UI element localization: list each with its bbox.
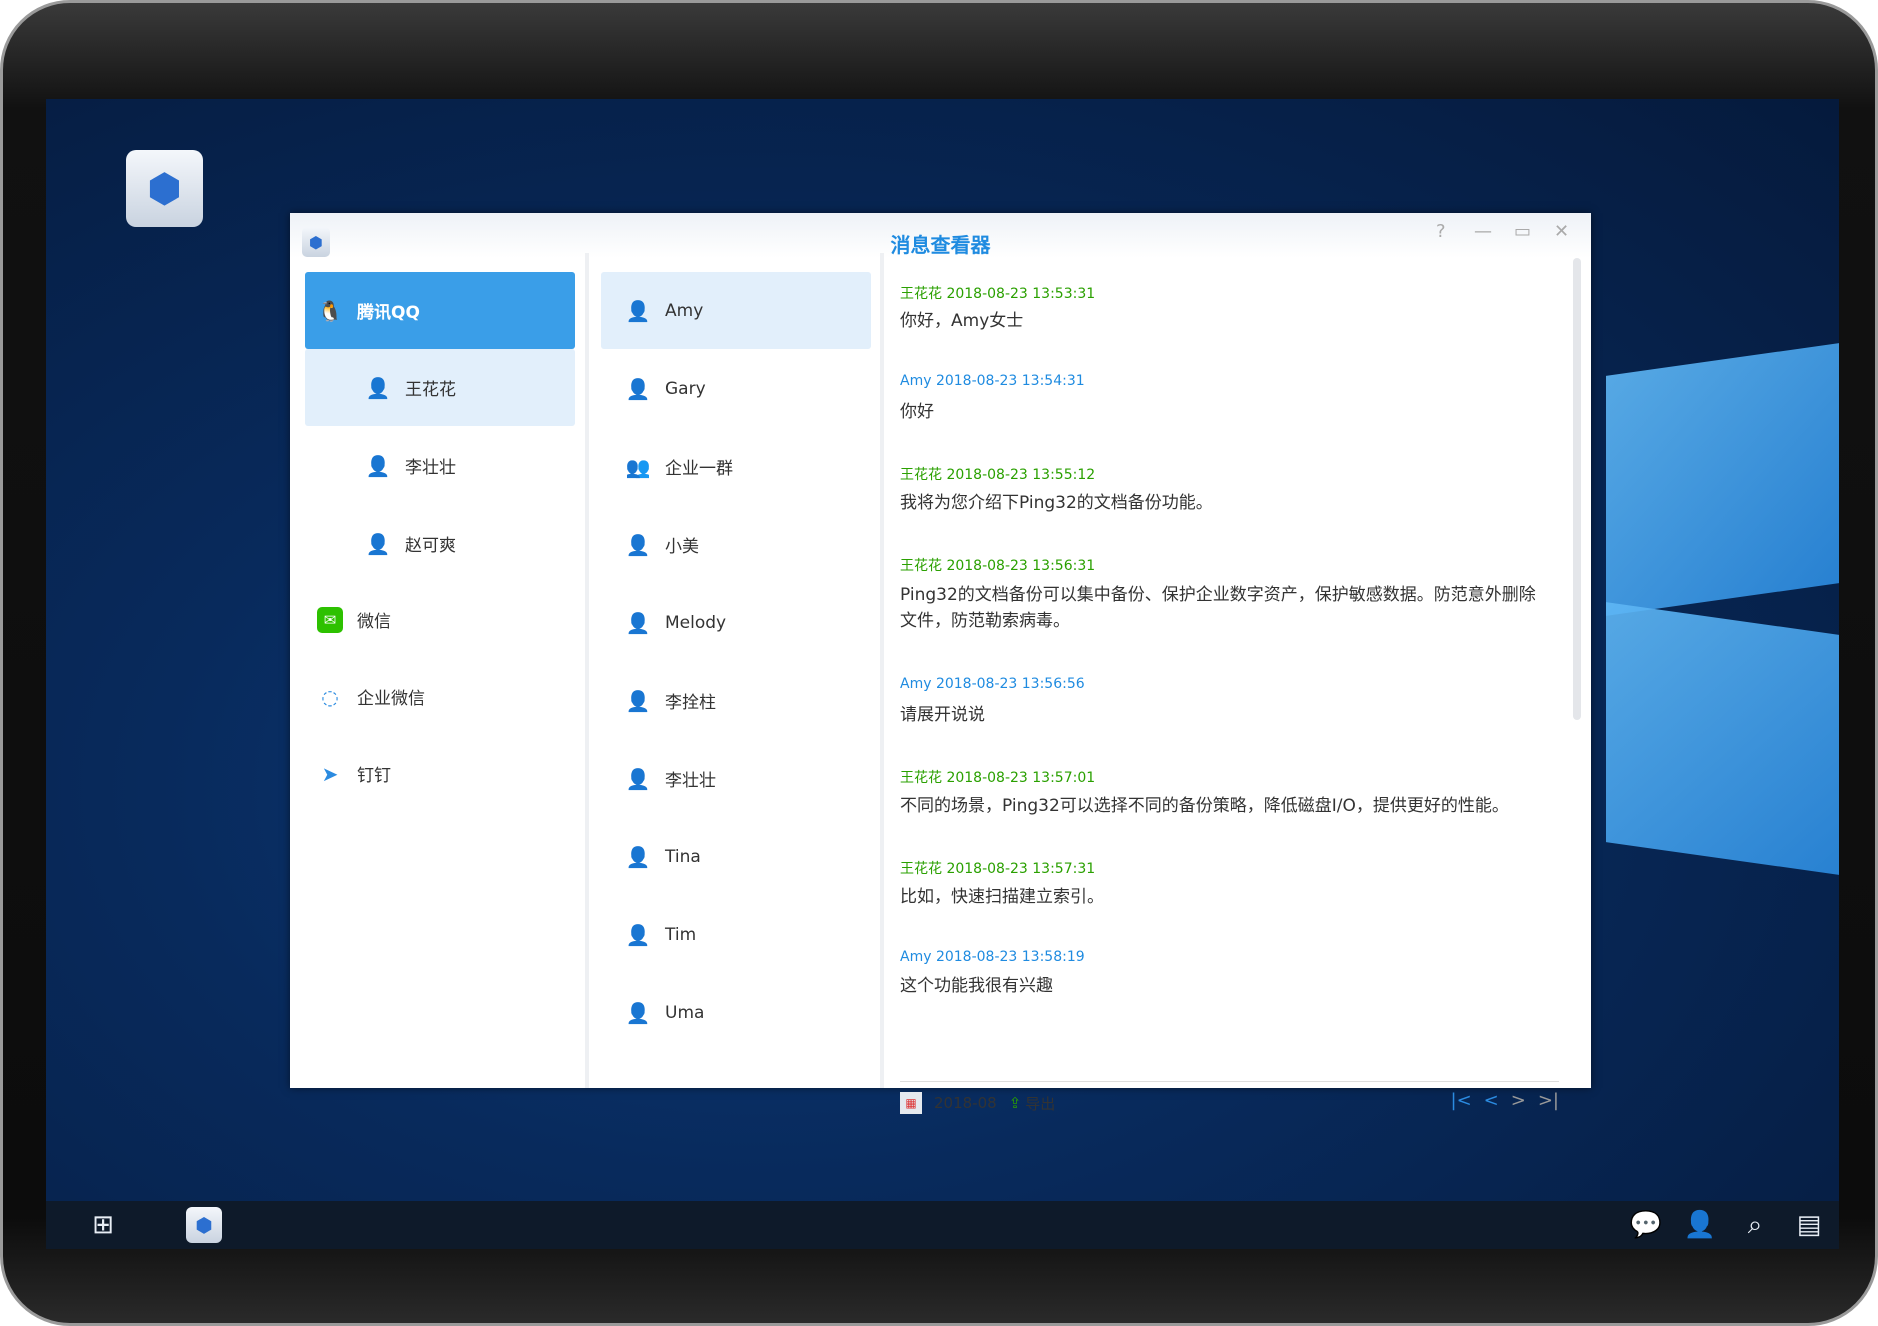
platform-qq[interactable]: 🐧 腾讯QQ [305, 272, 575, 349]
timestamp: 2018-08-23 13:56:31 [946, 558, 1096, 574]
sender: Amy [900, 676, 932, 692]
contact-item[interactable]: 👤 Melody [601, 584, 871, 661]
message-text: 请展开说说 [900, 705, 985, 725]
contact-item[interactable]: 👤 Uma [601, 974, 871, 1051]
timestamp: 2018-08-23 13:57:31 [946, 861, 1096, 877]
last-page-button[interactable]: >| [1538, 1090, 1559, 1111]
user-icon: 👤 [625, 766, 651, 791]
message-header: 王花花 2018-08-23 13:53:31 [900, 283, 1095, 303]
wecom-icon: ◌ [321, 684, 339, 709]
search-icon[interactable]: ⌕ [1738, 1209, 1772, 1241]
scrollbar[interactable] [1573, 258, 1581, 720]
contact-item[interactable]: 👤 Tina [601, 818, 871, 895]
timestamp: 2018-08-23 13:56:56 [935, 676, 1085, 692]
timestamp: 2018-08-23 13:57:01 [946, 770, 1096, 786]
prev-page-button[interactable]: < [1484, 1090, 1499, 1111]
export-icon[interactable]: ⇪ [1009, 1094, 1022, 1112]
contact-item[interactable]: 👤 李拴柱 [601, 662, 871, 739]
user-icon: 👤 [625, 376, 651, 401]
message-text: Ping32的文档备份可以集中备份、保护企业数字资产，保护敏感数据。防范意外删除… [900, 585, 1536, 631]
message-panel: 王花花 2018-08-23 13:53:31 你好，Amy女士 Amy 2018-… [886, 253, 1591, 1114]
platform-wechat[interactable]: ✉ 微信 [305, 581, 575, 658]
user-icon[interactable]: 👤 [1683, 1209, 1717, 1241]
message-text: 这个功能我很有兴趣 [900, 976, 1053, 996]
help-icon[interactable]: ? [1436, 221, 1446, 242]
user-icon: 👤 [365, 375, 391, 400]
divider [880, 253, 884, 1088]
account-item[interactable]: 👤 王花花 [305, 349, 575, 426]
message-header: 王花花 2018-08-23 13:57:31 [900, 858, 1095, 878]
platform-wecom[interactable]: ◌ 企业微信 [305, 658, 575, 735]
month-selector[interactable]: 2018-08 [934, 1094, 997, 1112]
wallpaper-pane [1606, 602, 1839, 876]
account-item[interactable]: 👤 赵可爽 [305, 505, 575, 582]
user-icon: 👤 [625, 844, 651, 869]
message-text: 你好，Amy女士 [900, 311, 1024, 331]
user-icon: 👤 [625, 922, 651, 947]
id-card-icon[interactable]: ▤ [1792, 1209, 1826, 1241]
message-header: 王花花 2018-08-23 13:56:31 [900, 555, 1095, 575]
next-page-button[interactable]: > [1511, 1090, 1526, 1111]
group-icon: 👥 [625, 454, 651, 479]
message-header: Amy 2018-08-23 13:56:56 [900, 676, 1085, 692]
timestamp: 2018-08-23 13:55:12 [946, 467, 1096, 483]
sender: 王花花 [900, 558, 942, 574]
platform-dingtalk[interactable]: ➤ 钉钉 [305, 735, 575, 812]
minimize-icon[interactable]: — [1474, 221, 1492, 242]
sender: Amy [900, 373, 932, 389]
first-page-button[interactable]: |< [1451, 1090, 1472, 1111]
user-icon: 👤 [625, 1000, 651, 1025]
message-header: 王花花 2018-08-23 13:57:01 [900, 767, 1095, 787]
sender: 王花花 [900, 467, 942, 483]
message-viewer-window: ⬢ 消息查看器 ? — ▭ ✕ 🐧 腾讯QQ 👤 王花花 👤 李壮壮 👤 赵可爽 ✉ 微信… [290, 213, 1591, 1114]
user-icon: 👤 [625, 532, 651, 557]
sender: Amy [900, 949, 932, 965]
timestamp: 2018-08-23 13:53:31 [946, 286, 1096, 302]
sender: 王花花 [900, 770, 942, 786]
export-button[interactable]: 导出 [1025, 1093, 1055, 1114]
contact-item[interactable]: 👥 企业一群 [601, 428, 871, 505]
account-item[interactable]: 👤 李壮壮 [305, 427, 575, 504]
message-header: Amy 2018-08-23 13:54:31 [900, 373, 1085, 389]
wechat-icon: ✉ [317, 606, 343, 633]
sender: 王花花 [900, 861, 942, 877]
chat-icon[interactable]: 💬 [1629, 1209, 1663, 1241]
dingtalk-icon: ➤ [321, 761, 339, 786]
wallpaper-pane [1606, 342, 1839, 616]
taskbar-app-icon[interactable]: ⬢ [186, 1207, 222, 1243]
platform-list: 🐧 腾讯QQ 👤 王花花 👤 李壮壮 👤 赵可爽 ✉ 微信 ◌ 企业微信 ➤ 钉钉 [290, 253, 585, 1088]
message-header: 王花花 2018-08-23 13:55:12 [900, 464, 1095, 484]
taskbar: ⊞ ⬢ 💬 👤 ⌕ ▤ [46, 1201, 1839, 1249]
contact-item[interactable]: 👤 李壮壮 [601, 740, 871, 817]
maximize-icon[interactable]: ▭ [1514, 221, 1531, 242]
message-text: 你好 [900, 402, 934, 422]
start-windows-icon[interactable]: ⊞ [86, 1209, 120, 1241]
user-icon: 👤 [625, 298, 651, 323]
desktop-app-icon[interactable]: ⬢ [126, 150, 203, 227]
message-footer: ▦ 2018-08 ⇪ 导出 |< < > >| [900, 1081, 1559, 1114]
contact-item[interactable]: 👤 Amy [601, 272, 871, 349]
message-text: 我将为您介绍下Ping32的文档备份功能。 [900, 493, 1213, 513]
close-icon[interactable]: ✕ [1554, 221, 1569, 242]
contact-list: 👤 Amy 👤 Gary 👥 企业一群 👤 小美 👤 Melody 👤 李拴柱 👤 李壮壮 👤 Tina 👤 Ti… [589, 253, 881, 1088]
contact-item[interactable]: 👤 小美 [601, 506, 871, 583]
timestamp: 2018-08-23 13:58:19 [935, 949, 1085, 965]
calendar-icon[interactable]: ▦ [900, 1092, 922, 1114]
title-bar: ⬢ 消息查看器 ? — ▭ ✕ [290, 213, 1591, 258]
timestamp: 2018-08-23 13:54:31 [935, 373, 1085, 389]
message-header: Amy 2018-08-23 13:58:19 [900, 949, 1085, 965]
user-icon: 👤 [625, 688, 651, 713]
sender: 王花花 [900, 286, 942, 302]
qq-penguin-icon: 🐧 [317, 298, 343, 323]
contact-item[interactable]: 👤 Tim [601, 896, 871, 973]
user-icon: 👤 [365, 453, 391, 478]
message-text: 不同的场景，Ping32可以选择不同的备份策略，降低磁盘I/O，提供更好的性能。 [900, 796, 1509, 816]
user-icon: 👤 [625, 610, 651, 635]
message-text: 比如，快速扫描建立索引。 [900, 887, 1104, 907]
contact-item[interactable]: 👤 Gary [601, 350, 871, 427]
user-icon: 👤 [365, 531, 391, 556]
